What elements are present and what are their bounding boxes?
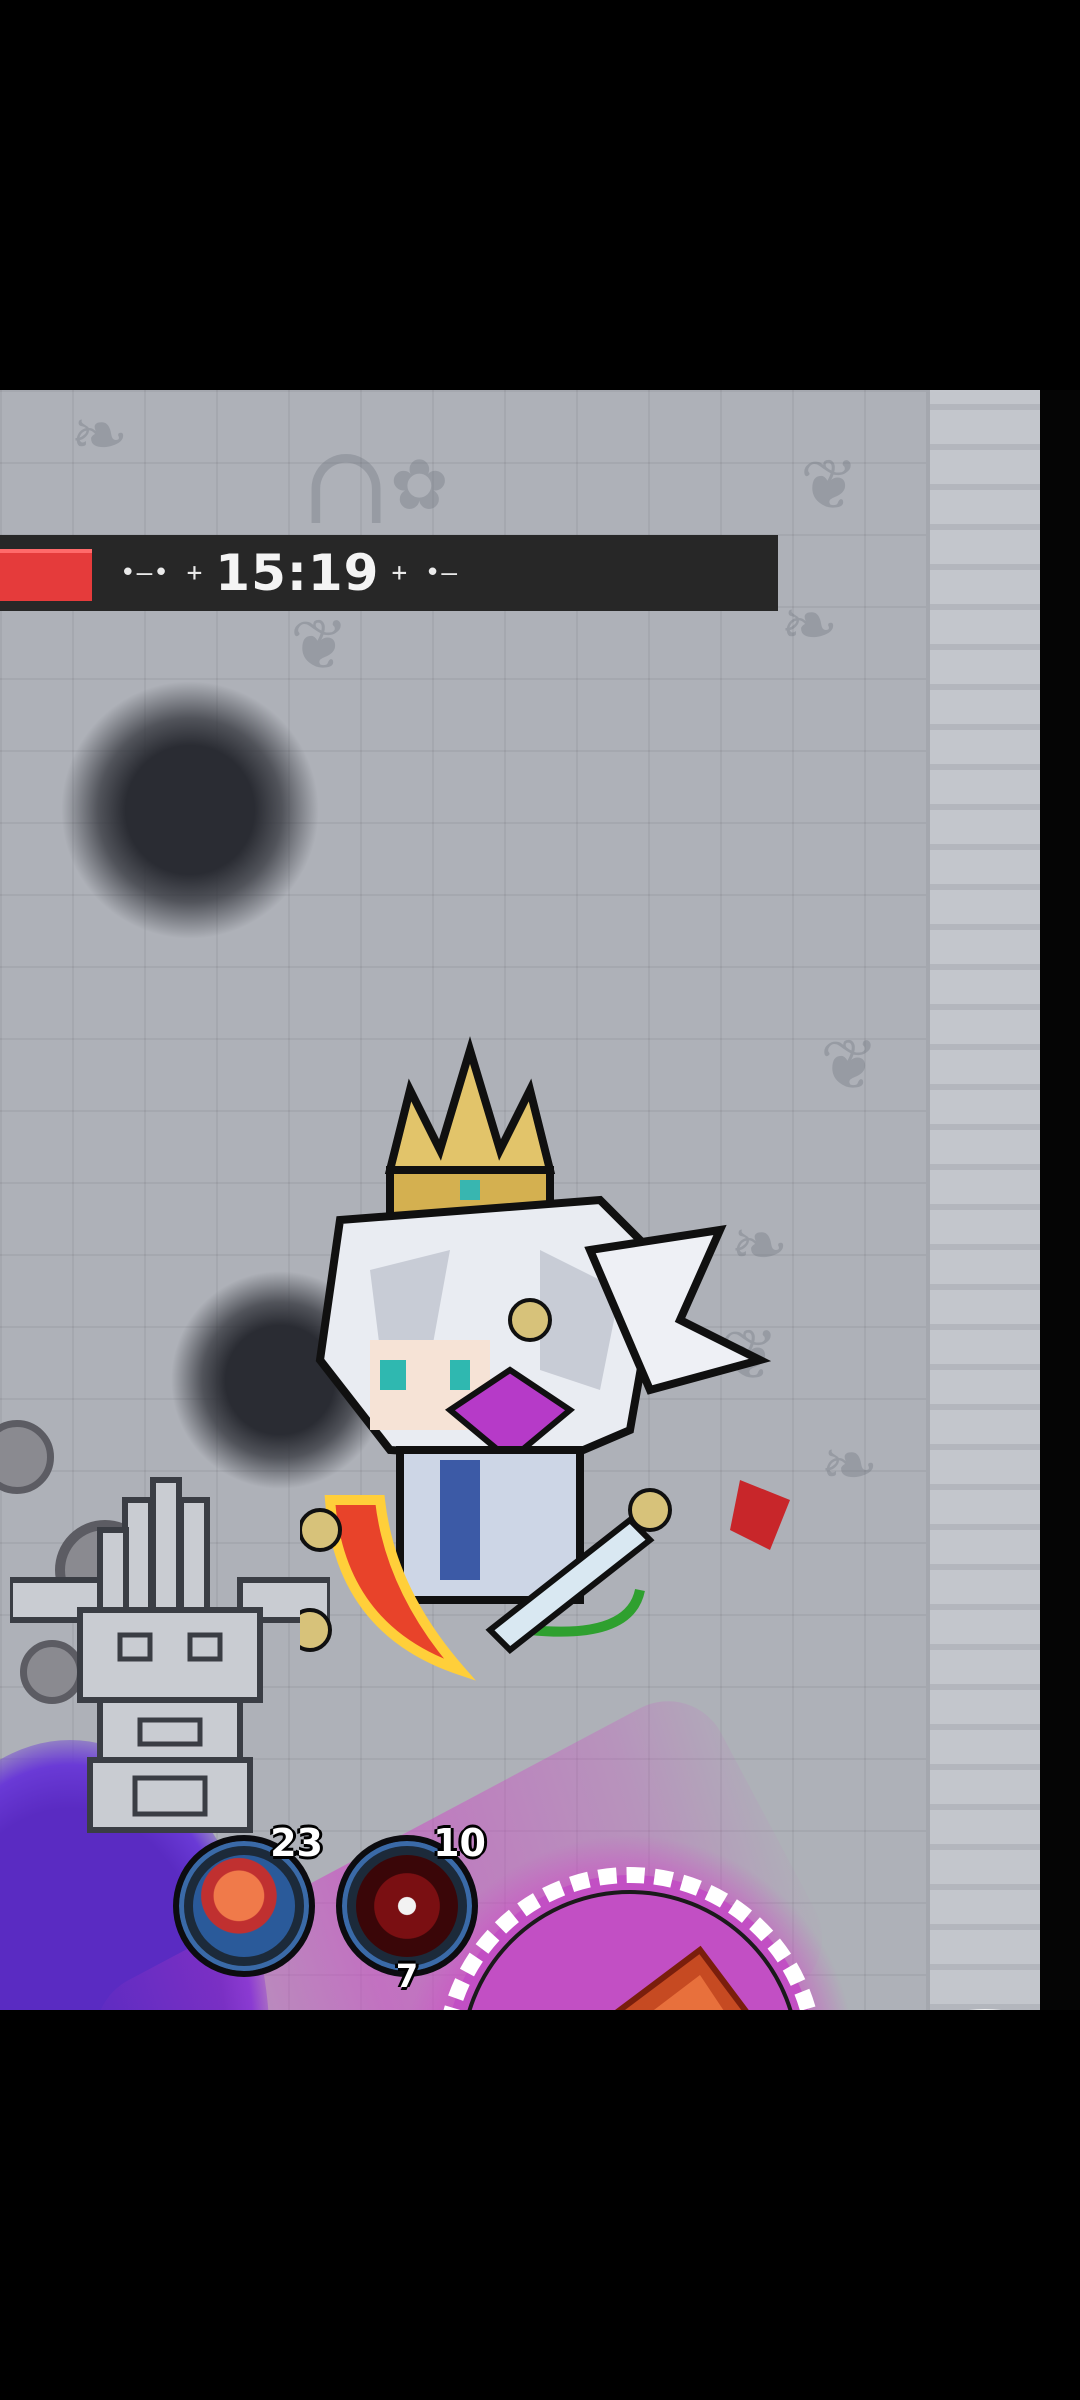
fang-mouth-icon <box>356 1855 458 1957</box>
floor-rune-icon: ❧ <box>820 1424 879 1506</box>
skill-sub-count: 7 <box>395 1957 419 1995</box>
floor-rune-icon: ❦ <box>800 444 859 526</box>
hud-bar: •—• + 15:19 + •— <box>0 535 778 611</box>
floor-rune-icon: ❧ <box>70 394 129 476</box>
timer-decoration-left: •—• + <box>120 558 204 588</box>
floor-rune-icon: ❦ <box>820 1024 879 1106</box>
floor-rune-icon: ∩ <box>300 421 393 549</box>
game-screen: ❧ ∩ ✿ ❦ ❦ ❧ ❦ ❧ ❦ ❧ <box>0 0 1080 2400</box>
skill-badge-maw[interactable]: 10 7 <box>336 1821 486 1995</box>
health-bar <box>0 549 92 601</box>
hand-statue-icon <box>10 1477 330 1833</box>
floor-rune-icon: ❧ <box>780 584 839 666</box>
eat-attack-button[interactable] <box>835 2005 1040 2010</box>
floor-rune-icon: ❦ <box>290 604 349 686</box>
hero-character <box>300 1036 790 1681</box>
stone-wall <box>926 390 1040 2010</box>
skill-count: 10 <box>433 1821 486 1865</box>
survival-timer: •—• + 15:19 + •— <box>120 535 458 611</box>
timer-value: 15:19 <box>215 544 380 602</box>
screen-edge <box>1040 390 1080 2010</box>
skill-badge-fighter[interactable]: 23 <box>173 1821 323 1977</box>
ink-splat <box>60 680 320 940</box>
fighter-icon <box>193 1855 295 1957</box>
floor-rune-icon: ✿ <box>390 444 449 526</box>
skill-count: 23 <box>270 1821 323 1865</box>
timer-decoration-right: + •— <box>391 558 459 588</box>
game-world[interactable]: ❧ ∩ ✿ ❦ ❦ ❧ ❦ ❧ ❦ ❧ <box>0 390 1040 2010</box>
crown-icon <box>384 1036 556 1224</box>
